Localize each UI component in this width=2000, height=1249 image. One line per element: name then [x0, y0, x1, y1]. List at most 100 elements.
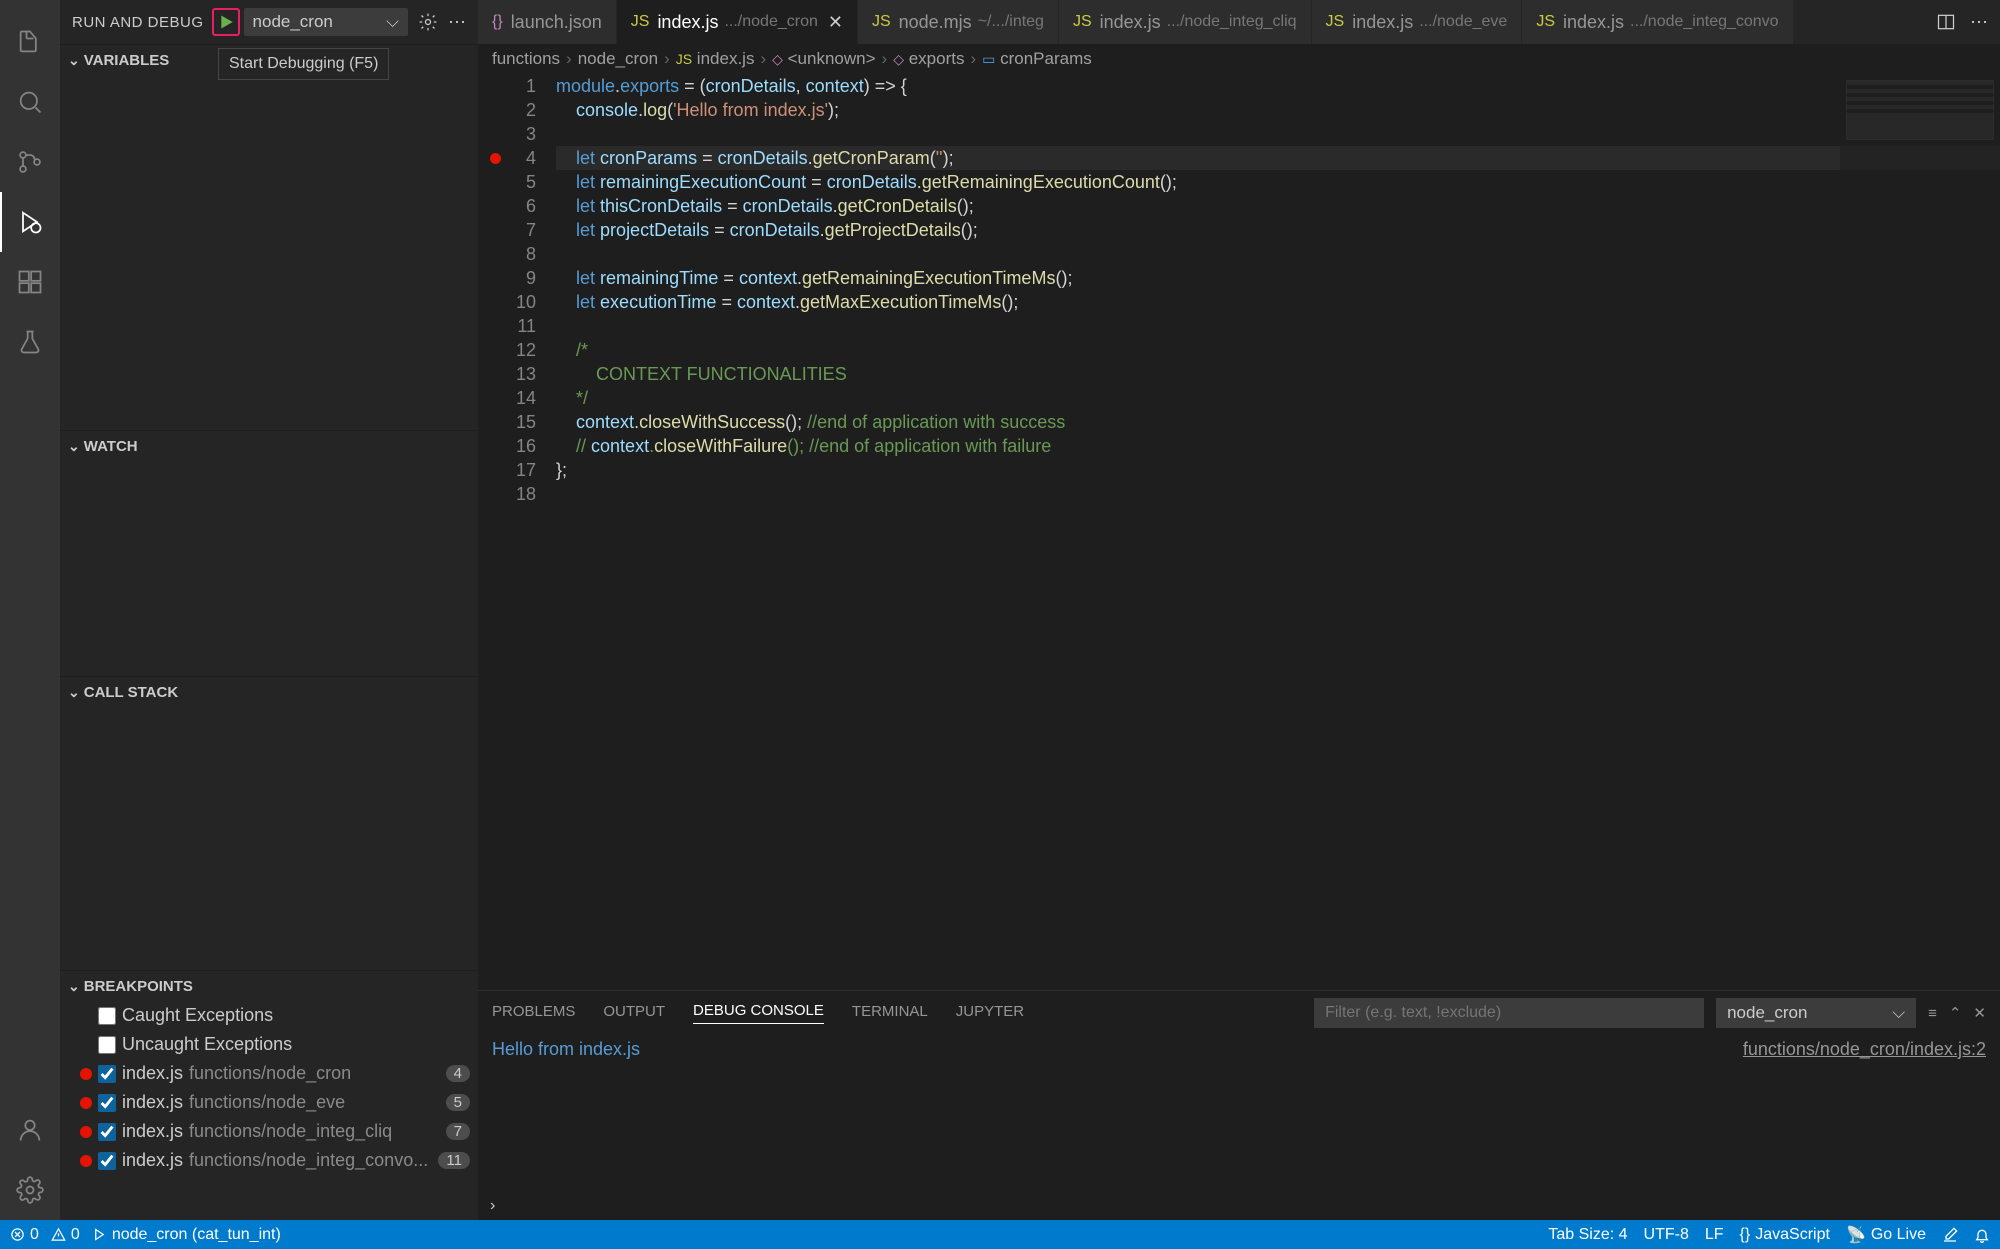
- line-number[interactable]: 9: [478, 266, 536, 290]
- breakpoint-row[interactable]: index.jsfunctions/node_integ_convo...11: [60, 1146, 478, 1175]
- search-icon[interactable]: [0, 72, 60, 132]
- more-icon[interactable]: ⋯: [448, 12, 466, 33]
- breadcrumb-item[interactable]: JS index.js: [676, 49, 755, 69]
- breakpoint-file: index.js: [122, 1092, 183, 1113]
- activity-bar: [0, 0, 60, 1220]
- clear-console-icon[interactable]: ⌃: [1949, 1004, 1962, 1022]
- editor-tabs: {}launch.jsonJSindex.js.../node_cron✕JSn…: [478, 0, 2000, 44]
- panel-tab[interactable]: OUTPUT: [603, 1003, 665, 1024]
- line-number[interactable]: 11: [478, 314, 536, 338]
- source-control-icon[interactable]: [0, 132, 60, 192]
- go-live-status[interactable]: 📡 Go Live: [1846, 1225, 1926, 1245]
- notifications-icon[interactable]: [1974, 1227, 1990, 1243]
- line-number[interactable]: 12: [478, 338, 536, 362]
- panel-tab[interactable]: DEBUG CONSOLE: [693, 1002, 824, 1024]
- eol-status[interactable]: LF: [1705, 1226, 1724, 1244]
- line-number[interactable]: 8: [478, 242, 536, 266]
- breadcrumb-item[interactable]: functions: [492, 49, 560, 69]
- errors-status[interactable]: 0: [10, 1226, 39, 1244]
- exception-breakpoint-row[interactable]: Uncaught Exceptions: [60, 1030, 478, 1059]
- testing-icon[interactable]: [0, 312, 60, 372]
- gear-icon[interactable]: [418, 12, 438, 32]
- line-number[interactable]: 7: [478, 218, 536, 242]
- explorer-icon[interactable]: [0, 12, 60, 72]
- panel-tab[interactable]: JUPYTER: [956, 1003, 1024, 1024]
- console-source-link[interactable]: functions/node_cron/index.js:2: [1743, 1039, 1986, 1188]
- tab-label: index.js: [657, 12, 718, 33]
- run-debug-icon[interactable]: [0, 192, 60, 252]
- code-line: let remainingTime = context.getRemaining…: [556, 266, 2000, 290]
- callstack-header[interactable]: ⌄CALL STACK: [60, 677, 478, 707]
- breakpoints-header[interactable]: ⌄BREAKPOINTS: [60, 971, 478, 1001]
- debug-config-select[interactable]: node_cron ⌵: [244, 8, 408, 36]
- breakpoint-checkbox[interactable]: [98, 1007, 116, 1025]
- chevron-down-icon: ⌄: [68, 978, 80, 995]
- breakpoint-row[interactable]: index.jsfunctions/node_cron4: [60, 1059, 478, 1088]
- watch-header[interactable]: ⌄WATCH: [60, 431, 478, 461]
- line-number[interactable]: 13: [478, 362, 536, 386]
- code-line: context.closeWithSuccess(); //end of app…: [556, 410, 2000, 434]
- settings-icon[interactable]: [0, 1160, 60, 1220]
- breakpoint-checkbox[interactable]: [98, 1065, 116, 1083]
- line-number[interactable]: 1: [478, 74, 536, 98]
- line-number[interactable]: 3: [478, 122, 536, 146]
- editor-tab[interactable]: JSindex.js.../node_eve: [1312, 0, 1523, 44]
- breadcrumb-item[interactable]: ◇ <unknown>: [772, 49, 875, 69]
- filter-lines-icon[interactable]: ≡: [1928, 1005, 1937, 1022]
- editor-tab[interactable]: {}launch.json: [478, 0, 617, 44]
- feedback-icon[interactable]: [1942, 1227, 1958, 1243]
- code-editor[interactable]: module.exports = (cronDetails, context) …: [556, 74, 2000, 990]
- encoding-status[interactable]: UTF-8: [1644, 1226, 1689, 1244]
- line-number[interactable]: 15: [478, 410, 536, 434]
- breakpoint-checkbox[interactable]: [98, 1152, 116, 1170]
- close-panel-icon[interactable]: ✕: [1973, 1004, 1986, 1022]
- tab-size-status[interactable]: Tab Size: 4: [1548, 1226, 1627, 1244]
- console-filter-input[interactable]: [1314, 998, 1704, 1028]
- line-number[interactable]: 14: [478, 386, 536, 410]
- account-icon[interactable]: [0, 1100, 60, 1160]
- line-number[interactable]: 6: [478, 194, 536, 218]
- breadcrumb-item[interactable]: ◇ exports: [893, 49, 964, 69]
- breakpoint-checkbox[interactable]: [98, 1036, 116, 1054]
- editor-main: {}launch.jsonJSindex.js.../node_cron✕JSn…: [478, 0, 2000, 1220]
- breakpoint-path: functions/node_eve: [189, 1092, 446, 1113]
- split-editor-icon[interactable]: [1936, 12, 1956, 32]
- breakpoint-checkbox[interactable]: [98, 1094, 116, 1112]
- breakpoint-label: Uncaught Exceptions: [122, 1034, 292, 1055]
- breadcrumb-item[interactable]: node_cron: [578, 49, 658, 69]
- breakpoint-row[interactable]: index.jsfunctions/node_integ_cliq7: [60, 1117, 478, 1146]
- line-number[interactable]: 2: [478, 98, 536, 122]
- panel-input[interactable]: ›: [478, 1192, 2000, 1220]
- line-number[interactable]: 10: [478, 290, 536, 314]
- tab-label: index.js: [1352, 12, 1413, 33]
- editor-tab[interactable]: JSindex.js.../node_integ_cliq: [1059, 0, 1312, 44]
- editor-tab[interactable]: JSindex.js.../node_cron✕: [617, 0, 858, 44]
- debug-target-status[interactable]: node_cron (cat_tun_int): [92, 1226, 281, 1244]
- breadcrumb-item[interactable]: ▭ cronParams: [982, 49, 1092, 69]
- exception-breakpoint-row[interactable]: Caught Exceptions: [60, 1001, 478, 1030]
- language-status[interactable]: {} JavaScript: [1740, 1226, 1830, 1244]
- close-tab-icon[interactable]: ✕: [828, 12, 843, 33]
- warnings-status[interactable]: 0: [51, 1226, 80, 1244]
- code-line: [556, 122, 2000, 146]
- line-gutter[interactable]: 123456789101112131415161718: [478, 74, 556, 990]
- breakpoint-checkbox[interactable]: [98, 1123, 116, 1141]
- breakpoint-row[interactable]: index.jsfunctions/node_eve5: [60, 1088, 478, 1117]
- panel-tab[interactable]: TERMINAL: [852, 1003, 928, 1024]
- line-number[interactable]: 18: [478, 482, 536, 506]
- breadcrumb[interactable]: functions›node_cron›JS index.js›◇ <unkno…: [478, 44, 2000, 74]
- minimap[interactable]: [1840, 74, 2000, 990]
- variables-section: ⌄VARIABLES: [60, 44, 478, 430]
- extensions-icon[interactable]: [0, 252, 60, 312]
- editor-tab[interactable]: JSnode.mjs~/.../integ: [858, 0, 1059, 44]
- line-number[interactable]: 16: [478, 434, 536, 458]
- breakpoint-dot-icon[interactable]: [490, 153, 501, 164]
- line-number[interactable]: 17: [478, 458, 536, 482]
- editor-tab[interactable]: JSindex.js.../node_integ_convo: [1522, 0, 1793, 44]
- line-number[interactable]: 4: [478, 146, 536, 170]
- debug-session-select[interactable]: node_cron ⌵: [1716, 998, 1916, 1028]
- line-number[interactable]: 5: [478, 170, 536, 194]
- panel-tab[interactable]: PROBLEMS: [492, 1003, 575, 1024]
- more-icon[interactable]: ⋯: [1970, 12, 1988, 33]
- start-debugging-button[interactable]: [212, 8, 240, 36]
